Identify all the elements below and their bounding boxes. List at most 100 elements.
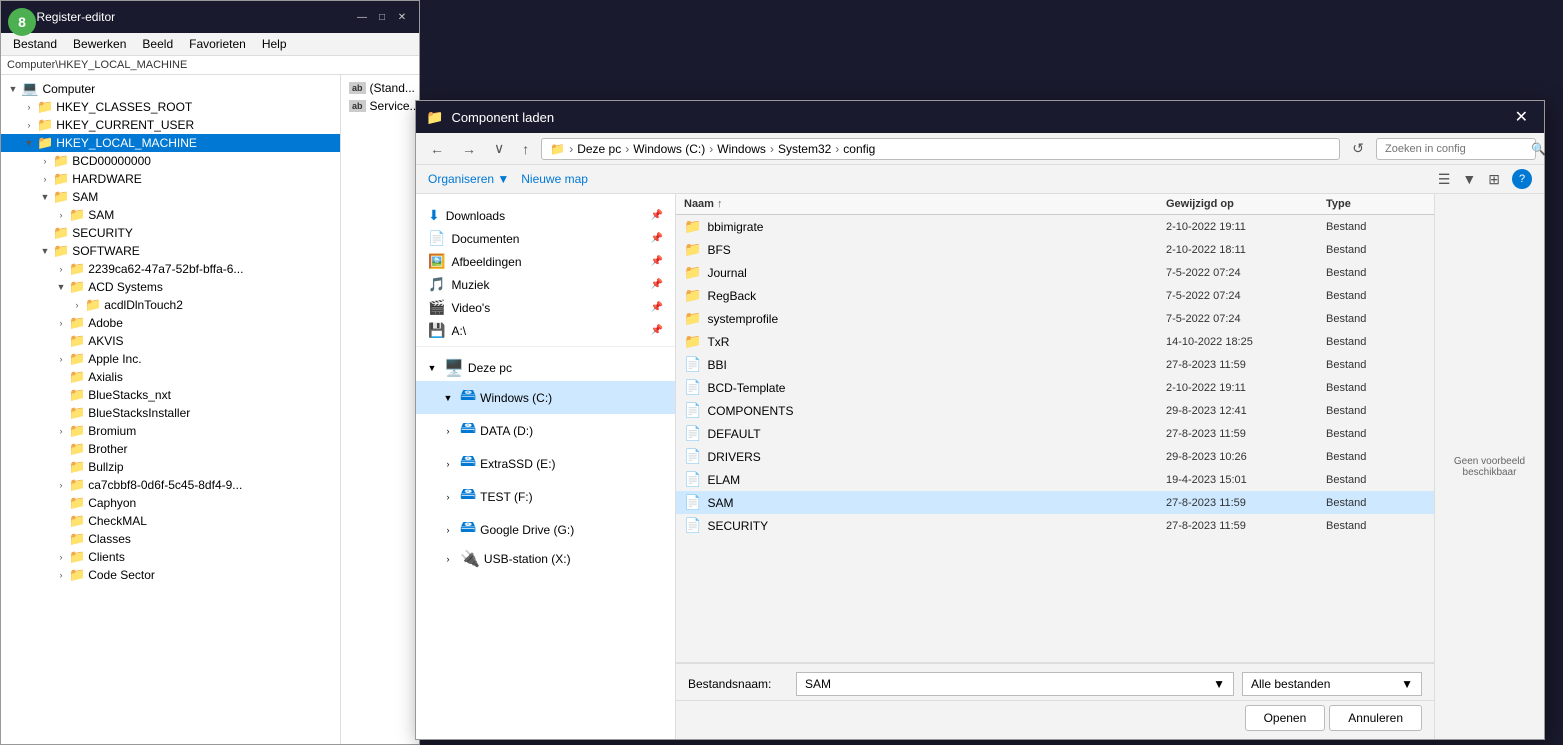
- floppy-icon: 💾: [428, 322, 445, 339]
- address-deze-pc: Deze pc: [577, 142, 621, 156]
- address-bar[interactable]: 📁 › Deze pc › Windows (C:) › Windows › S…: [541, 138, 1340, 160]
- music-icon: 🎵: [428, 276, 445, 293]
- dropdown-button[interactable]: ∨: [488, 137, 510, 160]
- doc-icon-drivers: 📄: [684, 448, 701, 465]
- file-row-drivers[interactable]: 📄 DRIVERS 29-8-2023 10:26 Bestand: [676, 445, 1434, 468]
- nav-extrassd-e[interactable]: › 🖴 ExtraSSD (E:): [416, 447, 675, 480]
- google-drive-icon: 🖴: [460, 516, 476, 543]
- filename-input-wrapper[interactable]: SAM ▼: [796, 672, 1234, 696]
- step-badge: 8: [8, 8, 36, 36]
- forward-button[interactable]: →: [456, 138, 482, 160]
- view-panel-button[interactable]: ⊞: [1488, 171, 1500, 188]
- data-d-expand: ›: [440, 426, 456, 436]
- file-row-components[interactable]: 📄 COMPONENTS 29-8-2023 12:41 Bestand: [676, 399, 1434, 422]
- open-button[interactable]: Openen: [1245, 705, 1326, 731]
- file-row-elam[interactable]: 📄 ELAM 19-4-2023 15:01 Bestand: [676, 468, 1434, 491]
- usb-icon: 🔌: [460, 549, 480, 569]
- nav-afbeeldingen[interactable]: 🖼️ Afbeeldingen 📌: [416, 250, 675, 273]
- filetype-select[interactable]: Alle bestanden ▼: [1242, 672, 1422, 696]
- pinned-section: ⬇ Downloads 📌 📄 Documenten 📌 🖼️ Afbeeldi…: [416, 200, 675, 347]
- file-row-regback[interactable]: 📁 RegBack 7-5-2022 07:24 Bestand: [676, 284, 1434, 307]
- windows-c-expand: ▼: [440, 393, 456, 403]
- doc-icon-sam: 📄: [684, 494, 701, 511]
- images-icon: 🖼️: [428, 253, 445, 270]
- preview-text: Geen voorbeeld beschikbaar: [1443, 456, 1536, 478]
- nav-muziek[interactable]: 🎵 Muziek 📌: [416, 273, 675, 296]
- pin-icon: 📌: [651, 210, 663, 221]
- nav-usb-x[interactable]: › 🔌 USB-station (X:): [416, 546, 675, 572]
- filename-label: Bestandsnaam:: [688, 677, 788, 691]
- address-windows: Windows (C:): [633, 142, 705, 156]
- nav-google-drive[interactable]: › 🖴 Google Drive (G:): [416, 513, 675, 546]
- deze-pc-expand: ▼: [424, 363, 440, 373]
- nav-panel: ⬇ Downloads 📌 📄 Documenten 📌 🖼️ Afbeeldi…: [416, 194, 676, 739]
- view-list-button[interactable]: ☰: [1438, 171, 1451, 188]
- sort-icon: ↑: [717, 198, 723, 210]
- download-icon: ⬇: [428, 207, 440, 224]
- file-row-txr[interactable]: 📁 TxR 14-10-2022 18:25 Bestand: [676, 330, 1434, 353]
- dialog-titlebar: 📁 Component laden ✕: [416, 101, 1544, 133]
- extrassd-icon: 🖴: [460, 450, 476, 477]
- pin-icon-a: 📌: [651, 325, 663, 336]
- dialog-title-icon: 📁: [426, 109, 443, 126]
- test-f-expand: ›: [440, 492, 456, 502]
- pin-icon-vid: 📌: [651, 302, 663, 313]
- extrassd-expand: ›: [440, 459, 456, 469]
- nav-test-f[interactable]: › 🖴 TEST (F:): [416, 480, 675, 513]
- test-f-icon: 🖴: [460, 483, 476, 510]
- pin-icon-img: 📌: [651, 256, 663, 267]
- file-list: 📁 bbimigrate 2-10-2022 19:11 Bestand 📁 B…: [676, 215, 1434, 662]
- file-row-security[interactable]: 📄 SECURITY 27-8-2023 11:59 Bestand: [676, 514, 1434, 537]
- cancel-button[interactable]: Annuleren: [1329, 705, 1422, 731]
- col-naam[interactable]: Naam ↑: [684, 198, 1166, 210]
- refresh-button[interactable]: ↺: [1346, 137, 1370, 160]
- video-icon: 🎬: [428, 299, 445, 316]
- nav-windows-c[interactable]: ▼ 🖴 Windows (C:): [416, 381, 675, 414]
- view-help-button[interactable]: ?: [1512, 169, 1532, 189]
- usb-x-expand: ›: [440, 554, 456, 564]
- deze-pc-icon: 🖥️: [444, 358, 464, 378]
- folder-icon-systemprofile: 📁: [684, 310, 701, 327]
- file-row-journal[interactable]: 📁 Journal 7-5-2022 07:24 Bestand: [676, 261, 1434, 284]
- file-row-bcd-template[interactable]: 📄 BCD-Template 2-10-2022 19:11 Bestand: [676, 376, 1434, 399]
- dialog-action-bar: Organiseren ▼ Nieuwe map ☰ ▼ ⊞ ?: [416, 165, 1544, 194]
- nav-documenten[interactable]: 📄 Documenten 📌: [416, 227, 675, 250]
- organize-button[interactable]: Organiseren ▼: [428, 172, 509, 186]
- doc-icon-elam: 📄: [684, 471, 701, 488]
- file-row-default[interactable]: 📄 DEFAULT 27-8-2023 11:59 Bestand: [676, 422, 1434, 445]
- component-dialog: 📁 Component laden ✕ ← → ∨ ↑ 📁 › Deze pc …: [415, 100, 1545, 740]
- up-button[interactable]: ↑: [516, 138, 535, 160]
- back-button[interactable]: ←: [424, 138, 450, 160]
- address-config: config: [843, 142, 875, 156]
- new-folder-button[interactable]: Nieuwe map: [521, 172, 588, 186]
- dialog-toolbar: ← → ∨ ↑ 📁 › Deze pc › Windows (C:) › Win…: [416, 133, 1544, 165]
- windows-drive-icon: 🖴: [460, 384, 476, 411]
- col-type[interactable]: Type: [1326, 198, 1426, 210]
- search-input[interactable]: [1385, 143, 1527, 155]
- dialog-close-button[interactable]: ✕: [1509, 107, 1534, 127]
- file-row-sam[interactable]: 📄 SAM 27-8-2023 11:59 Bestand: [676, 491, 1434, 514]
- doc-icon-bcd: 📄: [684, 379, 701, 396]
- view-dropdown-button[interactable]: ▼: [1462, 171, 1476, 187]
- file-row-bbi[interactable]: 📄 BBI 27-8-2023 11:59 Bestand: [676, 353, 1434, 376]
- nav-deze-pc[interactable]: ▼ 🖥️ Deze pc: [416, 355, 675, 381]
- nav-data-d[interactable]: › 🖴 DATA (D:): [416, 414, 675, 447]
- file-row-bbimigrate[interactable]: 📁 bbimigrate 2-10-2022 19:11 Bestand: [676, 215, 1434, 238]
- file-row-systemprofile[interactable]: 📁 systemprofile 7-5-2022 07:24 Bestand: [676, 307, 1434, 330]
- file-list-header: Naam ↑ Gewijzigd op Type: [676, 194, 1434, 215]
- dialog-title-text: Component laden: [451, 110, 1500, 125]
- file-row-bfs[interactable]: 📁 BFS 2-10-2022 18:11 Bestand: [676, 238, 1434, 261]
- folder-icon-regback: 📁: [684, 287, 701, 304]
- filename-bar: Bestandsnaam: SAM ▼ Alle bestanden ▼: [676, 663, 1434, 700]
- document-icon: 📄: [428, 230, 445, 247]
- address-system32: System32: [778, 142, 831, 156]
- col-gewijzigd[interactable]: Gewijzigd op: [1166, 198, 1326, 210]
- search-box[interactable]: 🔍: [1376, 138, 1536, 160]
- nav-downloads[interactable]: ⬇ Downloads 📌: [416, 204, 675, 227]
- filename-dropdown-icon: ▼: [1213, 677, 1225, 691]
- pin-icon-music: 📌: [651, 279, 663, 290]
- nav-a-drive[interactable]: 💾 A:\ 📌: [416, 319, 675, 342]
- data-drive-icon: 🖴: [460, 417, 476, 444]
- nav-videos[interactable]: 🎬 Video's 📌: [416, 296, 675, 319]
- pin-icon-doc: 📌: [651, 233, 663, 244]
